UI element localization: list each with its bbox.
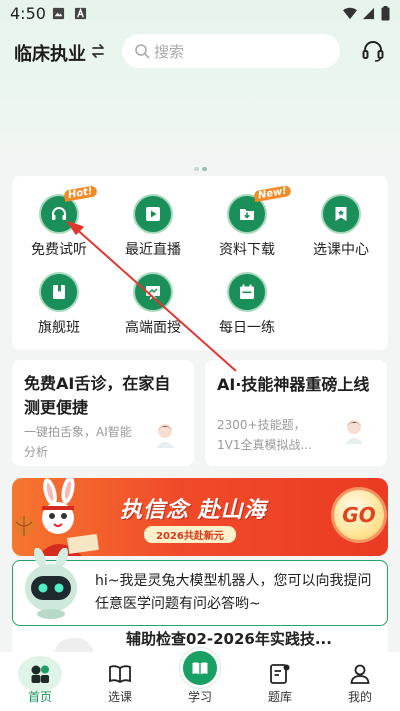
study-book-icon <box>180 648 220 688</box>
grid-item-flagship-class[interactable]: 旗舰班 <box>12 272 106 337</box>
carousel-indicator <box>194 156 210 175</box>
home-icon <box>31 665 49 683</box>
grid-item-label: 资料下载 <box>219 242 275 258</box>
a-notification-icon <box>74 7 87 20</box>
banner-tagline: 2026共赴新元 <box>144 526 236 543</box>
status-time: 4:50 <box>10 4 46 23</box>
tab-label: 我的 <box>347 690 372 704</box>
tab-label: 选课 <box>107 690 132 704</box>
grid-item-free-trial[interactable]: Hot! 免费试听 <box>12 185 106 259</box>
promo-card-ai-skills[interactable]: AI·技能神器重磅上线 2300+技能题，1V1全真模拟战... <box>205 360 387 466</box>
presentation-icon <box>133 272 173 312</box>
hot-badge: Hot! <box>63 185 98 202</box>
tab-home[interactable]: 首页 <box>0 652 80 711</box>
tab-label: 题库 <box>267 690 292 704</box>
user-icon <box>350 664 370 684</box>
grid-item-daily-practice[interactable]: 每日一练 <box>200 272 294 337</box>
grid-item-course-center[interactable]: 选课中心 <box>294 194 388 259</box>
top-bar: 临床执业 搜索 <box>0 28 400 74</box>
tab-courses[interactable]: 选课 <box>80 652 160 711</box>
quick-access-grid: Hot! 免费试听 最近直播 New! 资料下载 选课中心 旗舰班 高端面授 每… <box>12 176 388 350</box>
tab-question-bank[interactable]: 题库 <box>240 652 320 711</box>
promo-banner[interactable]: 执信念 赴山海 2026共赴新元 GO <box>12 478 388 556</box>
tab-study[interactable]: 学习 <box>160 648 240 711</box>
promo-title: 免费AI舌诊，在家自测更便捷 <box>24 374 171 417</box>
new-badge: New! <box>253 184 292 203</box>
promo-title: AI·技能神器重磅上线 <box>217 375 370 394</box>
rabbit-mascot-icon <box>14 478 99 556</box>
swap-arrows-icon[interactable] <box>90 43 106 59</box>
promo-card-ai-tongue[interactable]: 免费AI舌诊，在家自测更便捷 一键拍舌象，AI智能分析 <box>12 360 194 466</box>
carousel-dot-active <box>202 167 207 171</box>
grid-item-label: 每日一练 <box>219 320 275 336</box>
signal-icon <box>362 7 375 20</box>
assistant-message: hi~我是灵兔大模型机器人，您可以向我提问任意医学问题有问必答哟~ <box>95 573 372 612</box>
bookmark-star-icon <box>321 194 361 234</box>
search-input[interactable]: 搜索 <box>122 34 340 68</box>
play-icon <box>133 194 173 234</box>
exam-selector[interactable]: 临床执业 <box>14 40 86 66</box>
tab-profile[interactable]: 我的 <box>320 652 400 711</box>
course-title: 辅助检查02-2026年实践技... <box>126 630 332 648</box>
book-flag-icon <box>39 272 79 312</box>
promo-subtitle: 一键拍舌象，AI智能分析 <box>24 425 132 459</box>
promo-subtitle: 2300+技能题，1V1全真模拟战... <box>217 418 312 452</box>
robot-mascot-icon[interactable] <box>20 548 82 620</box>
doctor-avatar-icon <box>345 420 363 444</box>
grid-item-label: 高端面授 <box>125 320 181 336</box>
search-icon <box>135 44 150 59</box>
banner-slogan: 执信念 赴山海 <box>120 498 267 523</box>
bottom-tab-bar: 首页 选课 学习 题库 我的 <box>0 648 400 711</box>
banner-go-button[interactable]: GO <box>334 490 384 540</box>
wifi-icon <box>343 7 357 20</box>
grid-item-label: 旗舰班 <box>38 320 80 336</box>
open-book-icon <box>109 665 131 684</box>
gallery-notification-icon <box>52 7 65 20</box>
carousel-dot <box>194 167 199 171</box>
doctor-avatar-icon <box>156 424 174 448</box>
question-bank-icon <box>270 664 290 684</box>
battery-icon <box>381 6 390 21</box>
headset-support-icon[interactable] <box>361 39 385 63</box>
grid-item-in-person[interactable]: 高端面授 <box>106 272 200 337</box>
grid-item-label: 选课中心 <box>313 242 369 258</box>
tab-label: 首页 <box>27 690 52 704</box>
search-placeholder: 搜索 <box>154 43 185 61</box>
tab-label: 学习 <box>187 690 212 704</box>
grid-item-recent-live[interactable]: 最近直播 <box>106 194 200 259</box>
status-bar: 4:50 <box>0 0 400 28</box>
calendar-icon <box>227 272 267 312</box>
grid-item-label: 免费试听 <box>31 242 87 258</box>
grid-item-downloads[interactable]: New! 资料下载 <box>200 184 294 259</box>
grid-item-label: 最近直播 <box>125 242 181 258</box>
